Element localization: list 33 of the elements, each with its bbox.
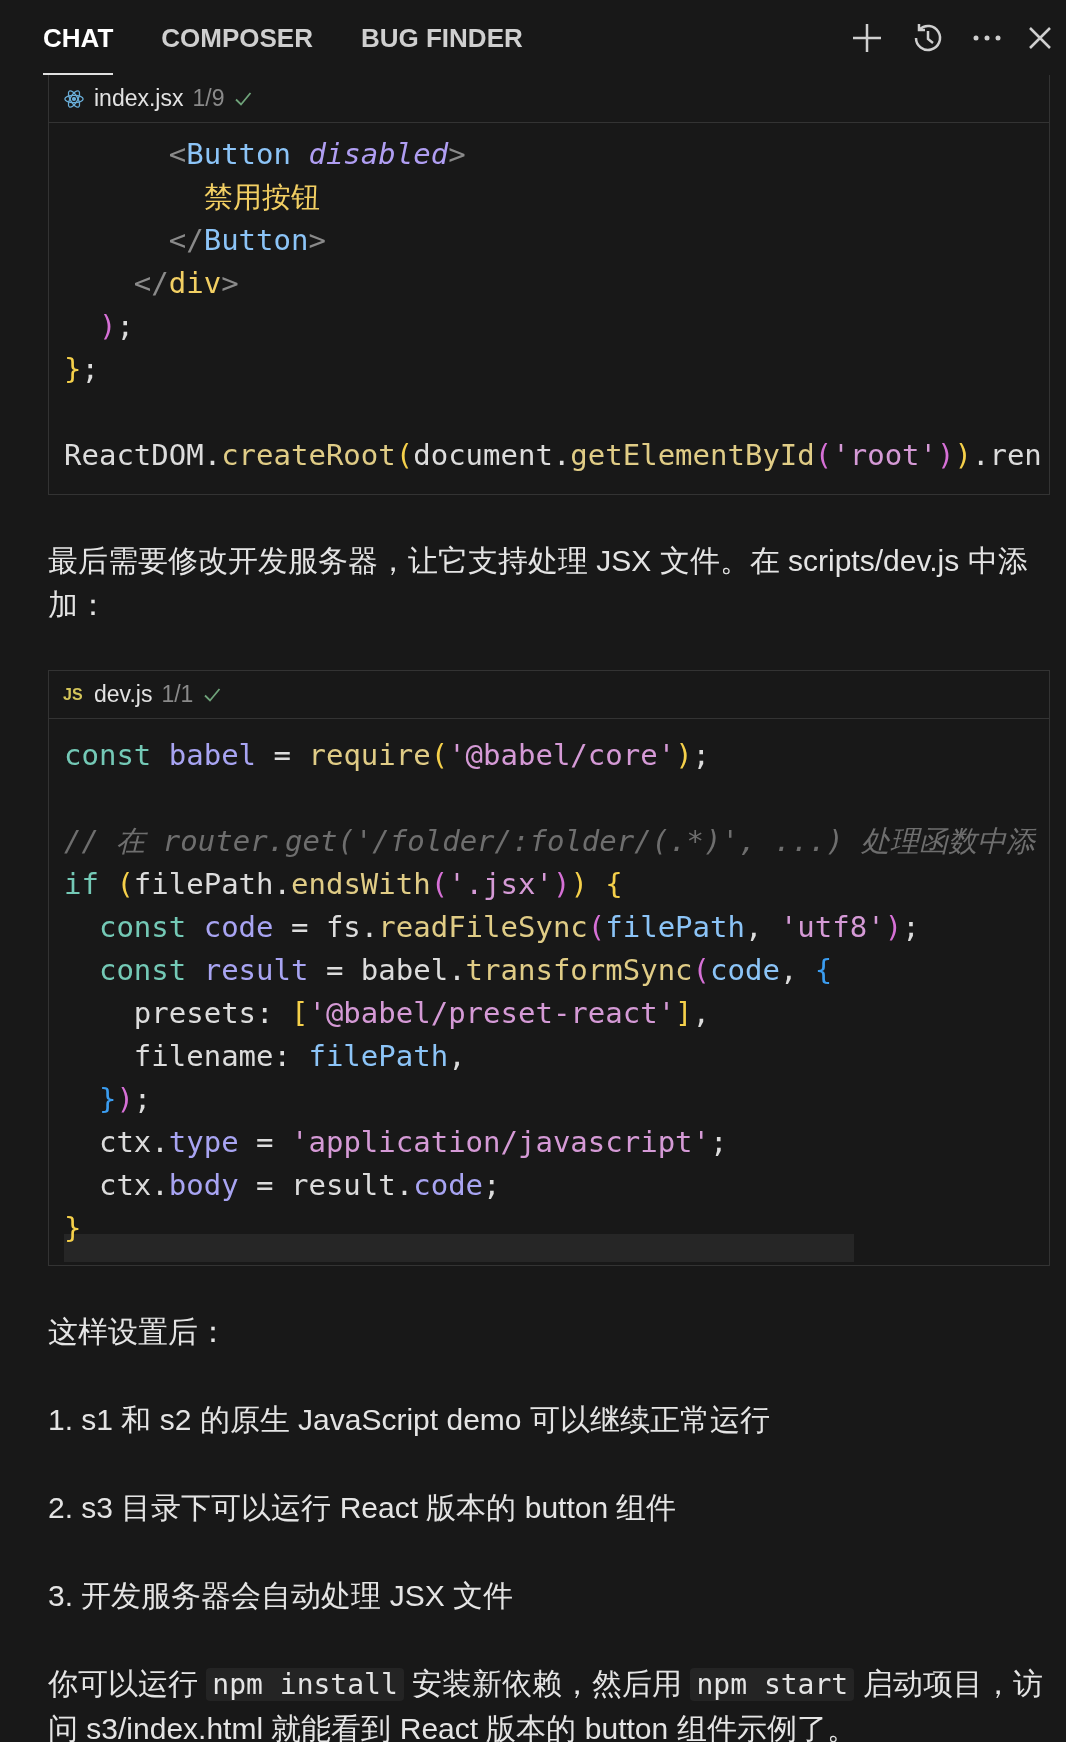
tab[interactable]: COMPOSER <box>161 0 313 75</box>
file-name: index.jsx <box>94 84 184 114</box>
paragraph: 1. s1 和 s2 的原生 JavaScript demo 可以继续正常运行 <box>48 1402 771 1438</box>
code-line: ); <box>97 308 134 345</box>
file-name: dev.js <box>94 680 153 710</box>
code-line: } <box>64 1210 82 1247</box>
code-line: // 在 router.get('/folder/:folder/(.*)', ...) 处理函数中添 <box>64 823 1036 860</box>
change-count: 1/1 <box>161 680 194 710</box>
code-line: </div> <box>132 265 239 302</box>
code-line: ReactDOM.createRoot(document.getElementById('root')).ren <box>64 437 1042 474</box>
code-line: ctx.body = result.code; <box>97 1167 501 1204</box>
paragraph: 最后需要修改开发服务器，让它支持处理 JSX 文件。在 scripts/dev.js 中添加： <box>48 543 1029 623</box>
atom-icon <box>63 87 85 110</box>
tab[interactable]: BUG FINDER <box>360 0 523 75</box>
change-count: 1/9 <box>192 84 225 114</box>
paragraph: 2. s3 目录下可以运行 React 版本的 button 组件 <box>48 1490 678 1526</box>
code-line: const code = fs.readFileSync(filePath, 'utf8'); <box>97 909 920 946</box>
code-line: }; <box>64 351 99 388</box>
code-line: </Button> <box>167 222 326 259</box>
paragraph: 3. 开发服务器会自动处理 JSX 文件 <box>48 1578 515 1614</box>
code-line: if (filePath.endsWith('.jsx')) { <box>64 866 623 903</box>
code-line: 禁用按钮 <box>202 179 320 216</box>
code-line: <Button disabled> <box>167 136 466 173</box>
code-line: const babel = require('@babel/core'); <box>64 737 711 774</box>
code-line: presets: ['@babel/preset-react'], <box>132 995 711 1032</box>
code-line: filename: filePath, <box>132 1038 466 1075</box>
code-line: ctx.type = 'application/javascript'; <box>97 1124 728 1161</box>
code-line: const result = babel.transformSync(code, { <box>97 952 833 989</box>
js-file-icon: JS <box>63 682 85 707</box>
close-icon[interactable] <box>1028 25 1052 50</box>
code-line: }); <box>97 1081 152 1118</box>
more-icon[interactable] <box>972 33 1002 42</box>
paragraph: 这样设置后： <box>48 1314 229 1350</box>
